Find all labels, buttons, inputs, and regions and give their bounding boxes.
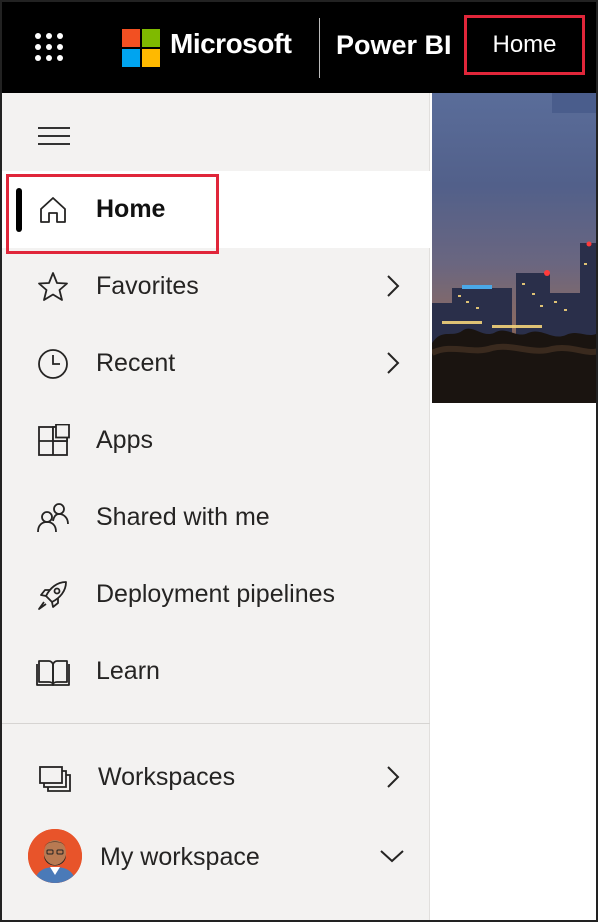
nav-item-favorites[interactable]: Favorites (2, 248, 430, 325)
chevron-right-icon[interactable] (382, 349, 404, 377)
brand-name: Microsoft (170, 28, 292, 59)
avatar-person-icon (28, 829, 82, 883)
microsoft-logo-icon (122, 29, 160, 67)
nav-label: Workspaces (98, 763, 236, 791)
star-icon (38, 272, 68, 301)
nav-label: Home (96, 195, 166, 223)
breadcrumb-label: Home (492, 31, 557, 58)
nav-label: Recent (96, 349, 176, 377)
nav-divider (2, 723, 430, 724)
chevron-right-icon[interactable] (382, 763, 404, 791)
nav-label: Apps (96, 426, 153, 454)
nav-label: Shared with me (96, 503, 270, 531)
topbar-divider (319, 18, 320, 78)
nav-label: Learn (96, 657, 160, 685)
app-frame: Microsoft Power BI Home Home Favorites R… (0, 0, 598, 922)
nav-item-workspaces[interactable]: Workspaces (2, 739, 430, 816)
city-skyline-image (432, 93, 596, 403)
avatar (28, 829, 82, 883)
chevron-right-icon[interactable] (382, 272, 404, 300)
main-content (432, 403, 596, 920)
nav-label: Favorites (96, 272, 199, 300)
clock-icon (38, 349, 68, 379)
book-icon (36, 660, 70, 686)
chevron-down-icon[interactable] (378, 846, 406, 866)
rocket-icon (38, 581, 67, 610)
nav-item-learn[interactable]: Learn (2, 633, 430, 710)
workspaces-icon (39, 766, 71, 792)
top-bar: Microsoft Power BI Home (2, 2, 596, 93)
nav-label: Deployment pipelines (96, 580, 336, 608)
nav-item-deployment-pipelines[interactable]: Deployment pipelines (2, 556, 430, 633)
shared-people-icon (37, 503, 69, 533)
nav-item-recent[interactable]: Recent (2, 325, 430, 402)
nav-item-apps[interactable]: Apps (2, 402, 430, 479)
product-name[interactable]: Power BI (336, 30, 452, 61)
hamburger-menu-icon[interactable] (38, 127, 70, 147)
home-icon (40, 197, 66, 223)
nav-pane: Home Favorites Recent Apps Shared with m… (2, 93, 430, 920)
nav-item-shared-with-me[interactable]: Shared with me (2, 479, 430, 556)
banner-image (432, 93, 596, 403)
nav-item-home[interactable]: Home (2, 171, 430, 254)
app-launcher-icon[interactable] (32, 30, 68, 66)
breadcrumb-home[interactable]: Home (464, 15, 585, 75)
apps-icon (38, 424, 70, 456)
nav-label: My workspace (100, 843, 260, 871)
